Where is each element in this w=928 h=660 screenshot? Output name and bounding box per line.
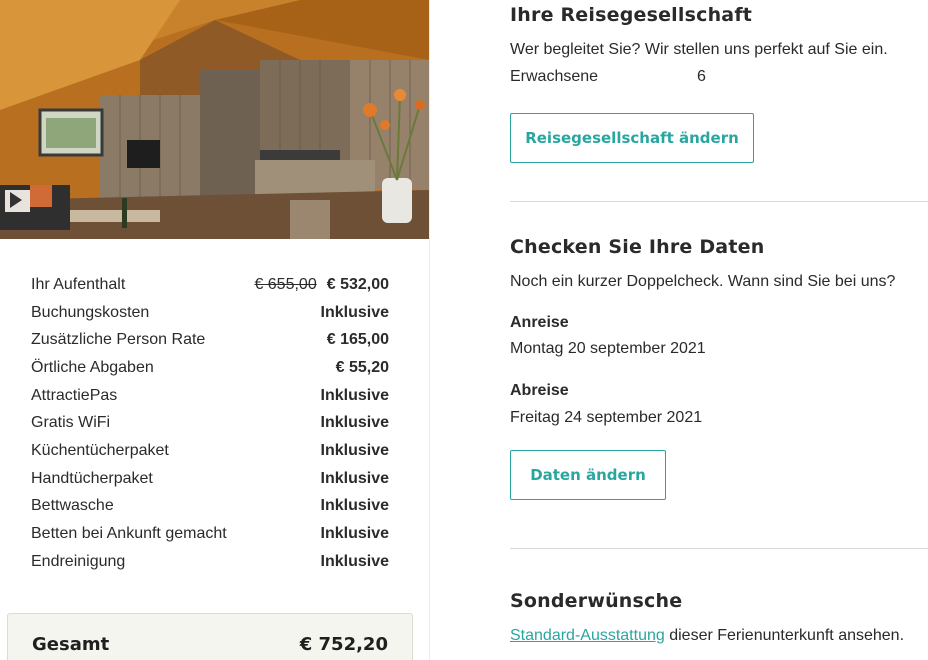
price-label: Örtliche Abgaben	[31, 358, 154, 376]
price-label: Küchentücherpaket	[31, 441, 169, 459]
departure-label: Abreise	[510, 382, 569, 399]
price-value: Inklusive	[320, 386, 389, 404]
adults-count: 6	[697, 68, 706, 85]
price-value: Inklusive	[320, 414, 389, 432]
price-row: Buchungskosten Inklusive	[31, 299, 389, 327]
price-value: Inklusive	[320, 525, 389, 543]
price-row: Betten bei Ankunft gemacht Inklusive	[31, 520, 389, 548]
arrival-date: Montag 20 september 2021	[510, 340, 706, 357]
section-divider	[510, 201, 928, 202]
price-breakdown: Ihr Aufenthalt € 655,00 € 532,00 Buchungs…	[31, 271, 389, 576]
booking-details: Ihre Reisegesellschaft Wer begleitet Sie…	[430, 0, 928, 660]
price-row: Zusätzliche Person Rate € 165,00	[31, 326, 389, 354]
price-row: Gratis WiFi Inklusive	[31, 409, 389, 437]
price-row: Küchentücherpaket Inklusive	[31, 437, 389, 465]
total-box: Gesamt € 752,20	[7, 613, 413, 660]
wishes-link-suffix: dieser Ferienunterkunft ansehen.	[664, 627, 905, 644]
price-label: Buchungskosten	[31, 303, 150, 321]
adults-row: Erwachsene 6	[510, 68, 928, 88]
total-value: € 752,20	[299, 634, 388, 655]
travel-party-section: Ihre Reisegesellschaft	[510, 4, 928, 26]
price-value: Inklusive	[320, 441, 389, 459]
wishes-text: Standard-Ausstattung dieser Ferienunterk…	[510, 627, 928, 645]
accommodation-photo	[0, 0, 429, 239]
price-label: AttractiePas	[31, 386, 118, 404]
price-label: Ihr Aufenthalt	[31, 275, 126, 293]
wishes-title: Sonderwünsche	[510, 590, 683, 612]
price-row: Bettwasche Inklusive	[31, 493, 389, 521]
price-label: Endreinigung	[31, 552, 126, 570]
price-value: Inklusive	[320, 303, 389, 321]
price-label: Zusätzliche Person Rate	[31, 331, 206, 349]
booking-summary: Ihr Aufenthalt € 655,00 € 532,00 Buchungs…	[0, 0, 429, 660]
price-row-stay: Ihr Aufenthalt € 655,00 € 532,00	[31, 271, 389, 299]
price-label: Betten bei Ankunft gemacht	[31, 525, 227, 543]
price-row: AttractiePas Inklusive	[31, 382, 389, 410]
dates-title: Checken Sie Ihre Daten	[510, 236, 765, 258]
change-party-button[interactable]: Reisegesellschaft ändern	[510, 113, 754, 163]
departure-date: Freitag 24 september 2021	[510, 409, 703, 426]
section-divider	[510, 548, 928, 549]
price-value: Inklusive	[320, 552, 389, 570]
price-label: Gratis WiFi	[31, 414, 111, 432]
price-value: Inklusive	[320, 497, 389, 515]
price-row: Endreinigung Inklusive	[31, 548, 389, 576]
price-row: Örtliche Abgaben € 55,20	[31, 354, 389, 382]
change-dates-button[interactable]: Daten ändern	[510, 450, 666, 500]
dates-subtitle: Noch ein kurzer Doppelcheck. Wann sind S…	[510, 273, 896, 290]
travel-party-subtitle: Wer begleitet Sie? Wir stellen uns perfe…	[510, 41, 888, 58]
travel-party-title: Ihre Reisegesellschaft	[510, 4, 753, 26]
price-label: Handtücherpaket	[31, 469, 153, 487]
total-label: Gesamt	[32, 634, 110, 655]
current-price: € 532,00	[326, 275, 389, 293]
old-price: € 655,00	[254, 275, 317, 293]
price-value: € 655,00 € 532,00	[254, 276, 389, 294]
price-value: Inklusive	[320, 469, 389, 487]
price-value: € 165,00	[326, 331, 389, 349]
price-row: Handtücherpaket Inklusive	[31, 465, 389, 493]
adults-label: Erwachsene	[510, 68, 599, 85]
standard-equipment-link[interactable]: Standard-Ausstattung	[510, 627, 665, 644]
arrival-label: Anreise	[510, 314, 569, 331]
price-label: Bettwasche	[31, 497, 114, 515]
price-value: € 55,20	[335, 358, 389, 376]
